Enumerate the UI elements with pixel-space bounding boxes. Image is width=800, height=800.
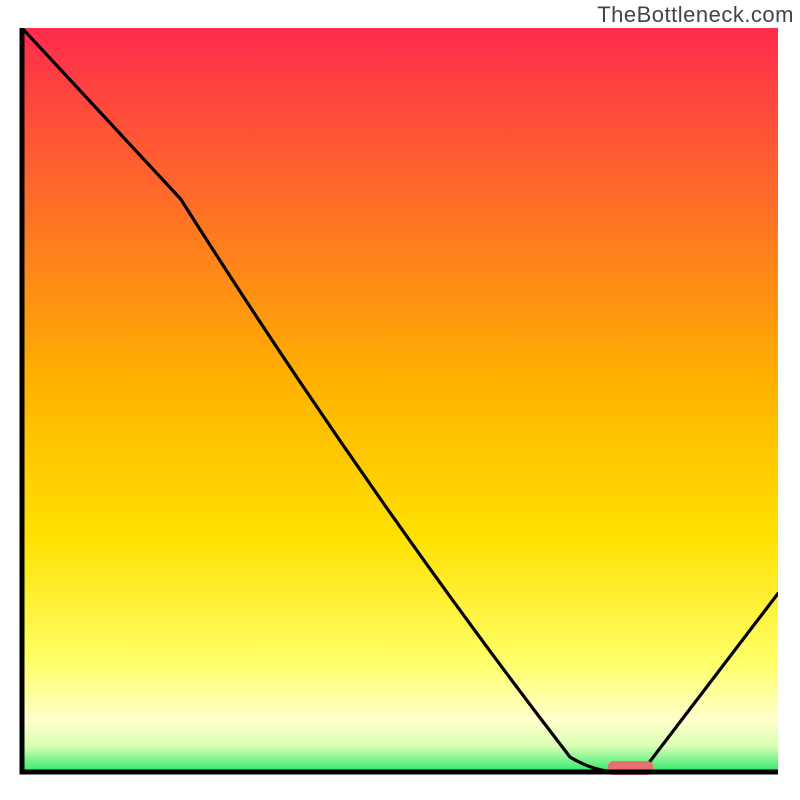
bottleneck-chart — [0, 0, 800, 800]
gradient-background — [22, 28, 778, 772]
chart-container: TheBottleneck.com — [0, 0, 800, 800]
